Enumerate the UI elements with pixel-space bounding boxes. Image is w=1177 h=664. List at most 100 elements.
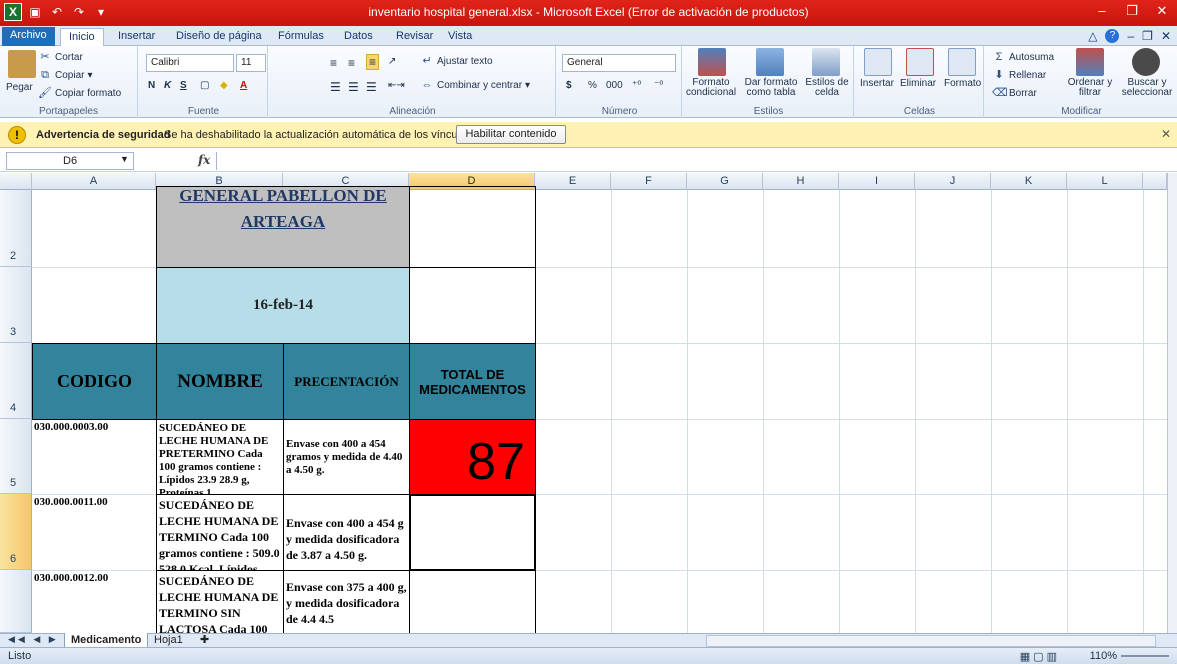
tab-data[interactable]: Datos [336, 28, 381, 46]
cell-total-alert[interactable]: 87 [409, 419, 536, 495]
binoculars-icon[interactable] [1132, 48, 1160, 76]
enable-content-button[interactable]: Habilitar contenido [456, 125, 566, 144]
column-header[interactable] [1143, 173, 1167, 190]
row-header-selected[interactable]: 6 [0, 494, 32, 570]
zoom-level[interactable]: 110% [1090, 650, 1117, 662]
font-size-combo[interactable]: 11 [236, 54, 266, 72]
maximize-icon[interactable]: ❐ [1123, 3, 1141, 19]
delete-cells-icon[interactable] [906, 48, 934, 76]
column-header[interactable]: G [687, 173, 763, 190]
align-bottom-icon[interactable]: ≡ [366, 54, 380, 70]
formula-input[interactable] [216, 152, 1169, 170]
format-cells-icon[interactable] [948, 48, 976, 76]
cell-d3[interactable] [409, 267, 536, 344]
clear-button[interactable]: ⌫ Borrar [992, 86, 1037, 100]
paste-icon[interactable] [8, 50, 36, 78]
number-format-combo[interactable]: General [562, 54, 676, 72]
workbook-minimize-icon[interactable]: – [1127, 29, 1134, 43]
format-as-table-button[interactable]: Dar formato como tabla [742, 78, 800, 98]
format-painter-button[interactable]: 🖌 Copiar formato [38, 86, 121, 100]
name-box-dropdown-icon[interactable]: ▼ [120, 154, 129, 164]
cell-nombre[interactable]: SUCEDÁNEO DE LECHE HUMANA DE PRETERMINO … [156, 419, 284, 495]
cell-presentacion[interactable]: Envase con 375 a 400 g, y medida dosific… [283, 570, 410, 633]
tab-page-layout[interactable]: Diseño de página [168, 28, 270, 46]
format-cells-button[interactable]: Formato [944, 78, 981, 89]
row-header[interactable]: 3 [0, 267, 32, 343]
cell-nombre[interactable]: SUCEDÁNEO DE LECHE HUMANA DE TERMINO Cad… [156, 494, 284, 571]
column-header[interactable]: F [611, 173, 687, 190]
row-header[interactable]: 5 [0, 419, 32, 494]
worksheet-grid[interactable]: A B C D E F G H I J K L 2 3 4 5 6 GENERA… [0, 173, 1177, 633]
format-as-table-icon[interactable] [756, 48, 784, 76]
header-total[interactable]: TOTAL DE MEDICAMENTOS [409, 343, 536, 420]
italic-button[interactable]: K [164, 80, 171, 91]
tab-view[interactable]: Vista [440, 28, 480, 46]
align-middle-icon[interactable]: ≡ [348, 56, 355, 70]
close-icon[interactable]: ✕ [1153, 3, 1171, 19]
tab-formulas[interactable]: Fórmulas [270, 28, 332, 46]
thousands-button[interactable]: 000 [606, 80, 623, 91]
row-header[interactable]: 2 [0, 190, 32, 267]
underline-button[interactable]: S [180, 80, 187, 91]
cell-styles-icon[interactable] [812, 48, 840, 76]
column-header[interactable]: K [991, 173, 1067, 190]
horizontal-scrollbar[interactable] [706, 635, 1156, 647]
paste-button[interactable]: Pegar [6, 82, 33, 93]
cell-styles-button[interactable]: Estilos de celda [802, 78, 852, 98]
align-center-icon[interactable]: ☰ [348, 80, 359, 94]
align-left-icon[interactable]: ☰ [330, 80, 341, 94]
header-codigo[interactable]: CODIGO [32, 343, 157, 420]
active-cell-d6[interactable] [409, 494, 536, 571]
font-name-combo[interactable]: Calibri [146, 54, 234, 72]
column-header[interactable]: L [1067, 173, 1143, 190]
workbook-close-icon[interactable]: ✕ [1161, 29, 1171, 43]
minimize-icon[interactable]: – [1093, 3, 1111, 19]
vertical-scrollbar[interactable] [1167, 173, 1177, 633]
cell-presentacion[interactable]: Envase con 400 a 454 g y medida dosifica… [283, 494, 410, 571]
row-header[interactable]: 4 [0, 343, 32, 419]
tab-home[interactable]: Inicio [60, 28, 104, 46]
column-header[interactable]: J [915, 173, 991, 190]
tab-file[interactable]: Archivo [2, 27, 55, 46]
decrease-decimal-icon[interactable]: ⁻⁰ [654, 80, 663, 91]
sort-filter-button[interactable]: Ordenar y filtrar [1064, 78, 1116, 98]
header-precentacion[interactable]: PRECENTACIÓN [283, 343, 410, 420]
fill-color-icon[interactable]: ◆ [220, 80, 228, 91]
column-header[interactable]: H [763, 173, 839, 190]
cell-codigo[interactable]: 030.000.0003.00 [32, 419, 156, 494]
sheet-title-cell[interactable]: GENERAL PABELLON DE ARTEAGA [156, 186, 410, 268]
conditional-format-icon[interactable] [698, 48, 726, 76]
zoom-slider[interactable] [1121, 655, 1169, 657]
insert-cells-button[interactable]: Insertar [860, 78, 894, 89]
increase-decimal-icon[interactable]: ⁺⁰ [632, 80, 641, 91]
cell-nombre[interactable]: SUCEDÁNEO DE LECHE HUMANA DE TERMINO SIN… [156, 570, 284, 633]
tab-review[interactable]: Revisar [388, 28, 441, 46]
date-cell[interactable]: 16-feb-14 [156, 267, 410, 344]
name-box[interactable]: D6 [6, 152, 134, 170]
conditional-format-button[interactable]: Formato condicional [686, 78, 736, 98]
currency-button[interactable]: $ [566, 80, 572, 91]
select-all-corner[interactable] [0, 173, 32, 190]
cut-button[interactable]: ✂ Cortar [38, 50, 82, 64]
cell-codigo[interactable]: 030.000.0011.00 [32, 494, 156, 570]
column-header[interactable]: A [32, 173, 156, 190]
insert-cells-icon[interactable] [864, 48, 892, 76]
cell-presentacion[interactable]: Envase con 400 a 454 gramos y medida de … [283, 419, 410, 495]
insert-sheet-icon[interactable]: ✚ [194, 633, 215, 648]
sheet-tab-hoja1[interactable]: Hoja1 [148, 633, 189, 648]
column-header[interactable]: I [839, 173, 915, 190]
orientation-icon[interactable]: ↗ [388, 56, 396, 67]
cell-codigo[interactable]: 030.000.0012.00 [32, 570, 156, 633]
sort-filter-icon[interactable] [1076, 48, 1104, 76]
help-icon[interactable]: ? [1105, 29, 1120, 43]
workbook-restore-icon[interactable]: ❐ [1142, 29, 1153, 43]
tab-insert[interactable]: Insertar [110, 28, 163, 46]
align-top-icon[interactable]: ≡ [330, 56, 337, 70]
cell-d2[interactable] [409, 186, 536, 268]
indent-icon[interactable]: ⇤⇥ [388, 80, 405, 91]
merge-center-button[interactable]: ⇔ Combinar y centrar ▾ [420, 78, 531, 92]
cell-total[interactable] [409, 570, 536, 633]
find-select-button[interactable]: Buscar y seleccionar [1120, 78, 1174, 98]
column-header[interactable]: E [535, 173, 611, 190]
ribbon-collapse-icon[interactable]: △ [1088, 29, 1097, 43]
